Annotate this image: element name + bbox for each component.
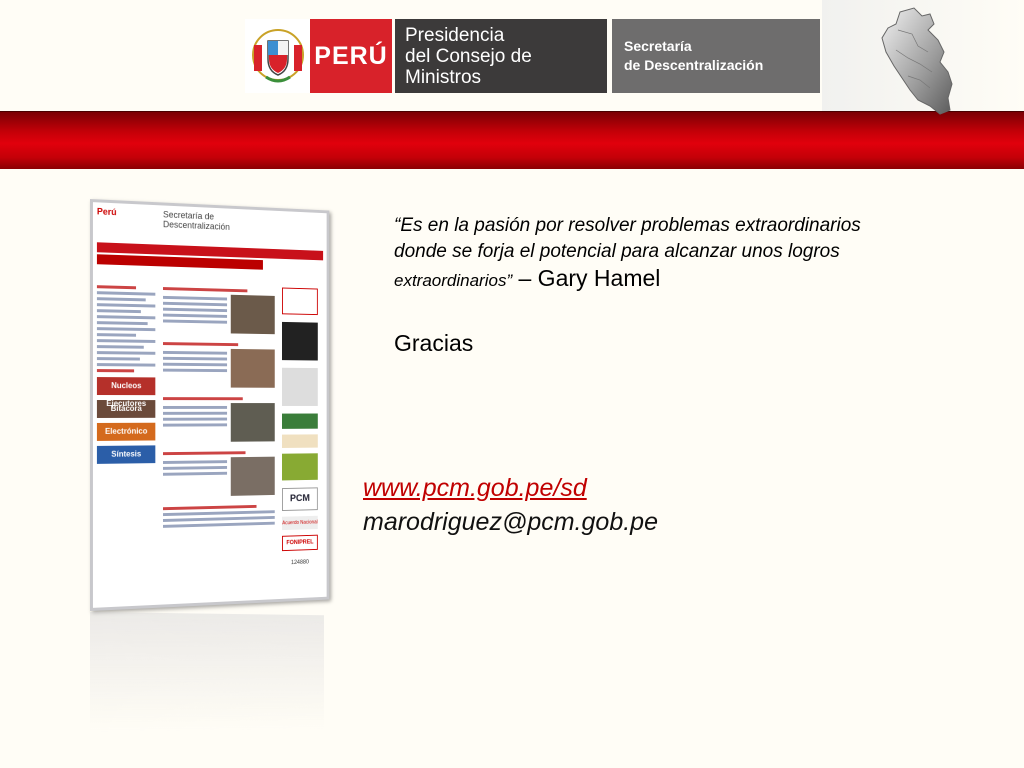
peru-crest-icon: [245, 19, 310, 93]
text-line: [96, 333, 137, 337]
site-button-sintesis: Síntesis: [96, 445, 156, 464]
acuerdo-badge: Acuerdo Nacional: [281, 515, 318, 531]
site-button-electronico: Electrónico: [96, 422, 156, 441]
text-line: [96, 303, 156, 308]
peru-map-icon: [878, 6, 958, 123]
quote-block: “Es en la pasión por resolver problemas …: [394, 213, 974, 294]
text-line: [163, 465, 228, 470]
pcm-mini-logo: PCM: [281, 487, 318, 512]
promo-thumbnail: [281, 367, 318, 406]
text-line: [163, 295, 228, 301]
news-text: [163, 457, 228, 497]
text-line: [96, 297, 146, 302]
news-thumbnail: [230, 294, 275, 335]
quote-line-2: donde se forja el potencial para alcanza…: [394, 241, 840, 262]
text-line: [163, 510, 275, 517]
text-line: [96, 363, 156, 367]
text-line: [163, 417, 228, 421]
text-line: [163, 368, 228, 373]
text-line: [163, 405, 228, 409]
text-line: [163, 521, 275, 528]
text-line: [163, 515, 275, 522]
text-line: [96, 309, 141, 314]
news-item: [163, 348, 275, 388]
text-line: [163, 411, 228, 415]
site-banner: [281, 287, 318, 316]
text-line: [96, 315, 156, 320]
text-line: [163, 356, 228, 361]
visit-counter: 124880: [290, 559, 309, 567]
text-line: [163, 301, 228, 307]
news-thumbnail: [230, 403, 275, 442]
presidencia-title: Presidencia del Consejo de Ministros: [395, 19, 607, 93]
text-line: [96, 285, 137, 290]
news-text: [163, 403, 228, 442]
site-main-column: [163, 284, 275, 531]
text-line: [96, 321, 148, 326]
text-line: [163, 342, 239, 347]
text-line: [163, 471, 228, 476]
presidencia-line-2: del Consejo de Ministros: [405, 45, 532, 88]
secretaria-line-1: Secretaría: [624, 38, 692, 54]
secretaria-title: Secretaría de Descentralización: [612, 19, 820, 93]
site-button-bitacora: Bitácora: [96, 400, 156, 418]
news-text: [163, 293, 228, 333]
news-thumbnail: [230, 456, 275, 496]
text-line: [96, 351, 156, 355]
news-item: [163, 456, 275, 498]
text-line: [96, 345, 144, 349]
text-line: [163, 504, 257, 511]
promo-badge: [281, 413, 318, 429]
text-line: [96, 339, 156, 343]
text-line: [163, 313, 228, 318]
text-line: [163, 350, 228, 355]
text-line: [163, 460, 228, 464]
text-line: [96, 291, 156, 296]
site-left-column: Nucleos Ejecutores Bitácora Electrónico …: [96, 282, 156, 469]
quote-author: – Gary Hamel: [512, 265, 661, 291]
secretaria-line-2: de Descentralización: [624, 57, 764, 73]
news-item: [163, 293, 275, 335]
text-line: [163, 287, 248, 293]
text-line: [163, 319, 228, 324]
website-screenshot: Perú Secretaría de Descentralización Nuc…: [90, 199, 330, 611]
site-right-column: PCM Acuerdo Nacional FONIPREL 124880: [281, 287, 318, 569]
website-link[interactable]: www.pcm.gob.pe/sd: [363, 474, 587, 503]
text-line: [163, 307, 228, 313]
text-line: [96, 327, 156, 332]
promo-badge: [281, 434, 318, 448]
text-line: [163, 451, 246, 456]
peru-wordmark: PERÚ: [310, 19, 392, 93]
quote-line-1: “Es en la pasión por resolver problemas …: [394, 215, 861, 236]
text-line: [163, 362, 228, 367]
text-line: [163, 397, 243, 401]
pcm-logo-banner: PERÚ Presidencia del Consejo de Ministro…: [245, 19, 822, 93]
text-line: [96, 357, 140, 361]
text-line: [96, 369, 135, 373]
quote-line-3: extraordinarios”: [394, 271, 513, 290]
site-header: Perú Secretaría de Descentralización: [93, 202, 327, 249]
site-logo: Perú: [96, 206, 117, 218]
site-title-line-2: Descentralización: [163, 219, 230, 232]
presidencia-line-1: Presidencia: [405, 24, 505, 46]
thanks-text: Gracias: [394, 330, 474, 356]
screenshot-reflection: [90, 612, 324, 732]
site-button-nucleos: Nucleos Ejecutores: [96, 377, 156, 408]
news-thumbnail: [230, 348, 275, 388]
contact-email[interactable]: marodriguez@pcm.gob.pe: [363, 508, 658, 537]
site-title: Secretaría de Descentralización: [159, 205, 233, 236]
news-item: [163, 403, 275, 442]
promo-badge: [281, 453, 318, 481]
foniprel-badge: FONIPREL: [281, 534, 318, 552]
text-line: [163, 423, 228, 427]
news-text: [163, 348, 228, 388]
video-thumbnail: [281, 321, 318, 361]
red-header-bar: [0, 111, 1024, 169]
